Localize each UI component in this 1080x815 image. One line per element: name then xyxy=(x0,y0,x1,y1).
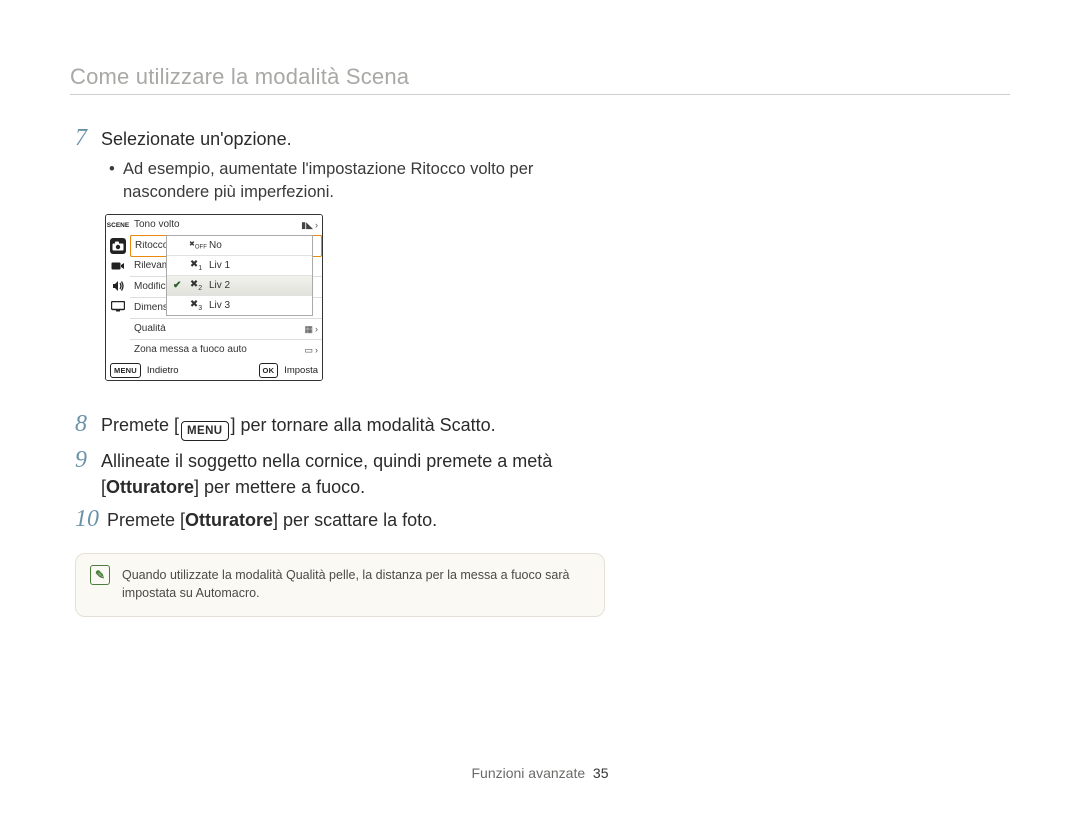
check-icon: ✔ xyxy=(173,281,183,291)
steps-list: 7 Selezionate un'opzione. • Ad esempio, … xyxy=(75,125,635,617)
popup-option-liv2: ✔ ✖2 Liv 2 xyxy=(167,276,312,296)
step-number: 7 xyxy=(75,125,101,151)
popup-option-liv1: ✖1 Liv 1 xyxy=(167,256,312,276)
back-label: Indietro xyxy=(147,366,179,376)
popup-option-no: ✖OFF No xyxy=(167,236,312,256)
step-8: 8 Premete [MENU] per tornare alla modali… xyxy=(75,411,635,441)
video-tab-icon xyxy=(110,258,126,274)
step-7: 7 Selezionate un'opzione. xyxy=(75,125,635,152)
camera-tab-icon xyxy=(110,238,126,254)
title-rule xyxy=(70,94,1010,95)
menu-row-tono-volto: Tono volto ▮◣ › xyxy=(130,215,322,236)
face-level-icon: ▮◣ › xyxy=(301,221,318,230)
display-tab-icon xyxy=(110,298,126,314)
info-note: ✎ Quando utilizzate la modalità Qualità … xyxy=(75,553,605,617)
page-number: 35 xyxy=(593,765,609,781)
shutter-label: Otturatore xyxy=(185,510,273,530)
retouch-off-icon: ✖OFF xyxy=(189,241,203,250)
sound-tab-icon xyxy=(110,278,126,294)
footer-section: Funzioni avanzate xyxy=(472,765,586,781)
step-9: 9 Allineate il soggetto nella cornice, q… xyxy=(75,447,635,499)
camera-footer: MENU Indietro OK Imposta xyxy=(106,360,322,380)
step-number: 9 xyxy=(75,447,101,473)
camera-menu-list: Tono volto ▮◣ › Ritocco Rilevame Modific… xyxy=(130,215,322,360)
set-label: Imposta xyxy=(284,366,318,376)
scene-tab-icon: SCENE xyxy=(110,218,126,234)
step-text: Allineate il soggetto nella cornice, qui… xyxy=(101,447,552,499)
page-footer: Funzioni avanzate 35 xyxy=(0,765,1080,781)
bullet-text: Ad esempio, aumentate l'impostazione Rit… xyxy=(123,158,609,204)
page-title: Come utilizzare la modalità Scena xyxy=(70,64,1010,90)
menu-row-qualita: Qualità ▦ › xyxy=(130,319,322,340)
step-text: Premete [MENU] per tornare alla modalità… xyxy=(101,411,496,441)
retouch-1-icon: ✖1 xyxy=(189,260,203,272)
manual-page: Come utilizzare la modalità Scena 7 Sele… xyxy=(0,0,1080,815)
note-text: Quando utilizzate la modalità Qualità pe… xyxy=(122,566,590,602)
step-number: 10 xyxy=(75,506,107,532)
camera-tab-strip: SCENE xyxy=(106,215,130,360)
step-number: 8 xyxy=(75,411,101,437)
camera-body: SCENE Tono volto xyxy=(106,215,322,360)
step-text: Selezionate un'opzione. xyxy=(101,125,292,152)
note-icon: ✎ xyxy=(90,565,110,585)
menu-row-zona-fuoco: Zona messa a fuoco auto ▭ › xyxy=(130,340,322,360)
quality-icon: ▦ › xyxy=(304,325,318,334)
retouch-2-icon: ✖2 xyxy=(189,280,203,292)
popup-option-liv3: ✖3 Liv 3 xyxy=(167,296,312,315)
step-10: 10 Premete [Otturatore] per scattare la … xyxy=(75,506,635,533)
ritocco-popup: ✖OFF No ✖1 Liv 1 ✔ ✖2 Liv 2 xyxy=(166,235,313,316)
step-text: Premete [Otturatore] per scattare la fot… xyxy=(107,506,437,533)
af-area-icon: ▭ › xyxy=(304,346,318,355)
menu-key-icon: MENU xyxy=(181,421,228,441)
bullet-dot-icon: • xyxy=(109,158,123,181)
ok-key-icon: OK xyxy=(259,363,279,378)
step-7-bullet: • Ad esempio, aumentate l'impostazione R… xyxy=(109,158,609,204)
shutter-label: Otturatore xyxy=(106,477,194,497)
menu-key-icon: MENU xyxy=(110,363,141,378)
retouch-3-icon: ✖3 xyxy=(189,300,203,312)
camera-menu-screenshot: SCENE Tono volto xyxy=(105,214,323,381)
